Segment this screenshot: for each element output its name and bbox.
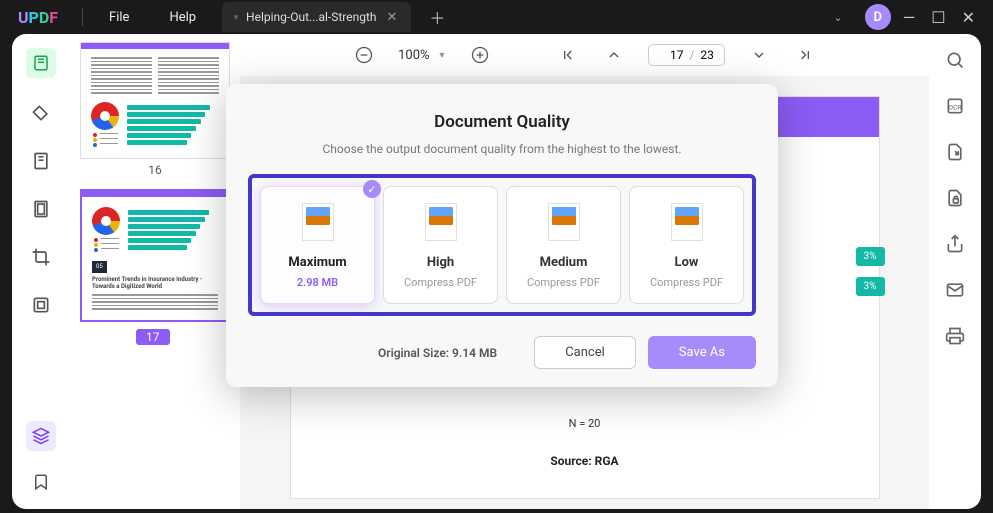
window-maximize-icon[interactable]: ☐ xyxy=(931,8,945,27)
tab-dropdown-icon[interactable]: ▼ xyxy=(232,13,240,22)
share-icon[interactable] xyxy=(945,234,965,254)
window-minimize-icon[interactable]: — xyxy=(903,8,916,27)
bookmark-icon[interactable] xyxy=(28,469,54,495)
add-tab-button[interactable]: ＋ xyxy=(429,5,445,29)
document-quality-modal: Document Quality Choose the output docum… xyxy=(226,84,778,387)
quality-option-low[interactable]: Low Compress PDF xyxy=(629,186,744,304)
right-toolbar: OCR xyxy=(929,34,981,509)
next-page-icon[interactable] xyxy=(747,43,771,67)
quality-option-high[interactable]: High Compress PDF xyxy=(383,186,498,304)
modal-title: Document Quality xyxy=(248,112,756,132)
page-total: 23 xyxy=(700,48,714,62)
edit-tool-icon[interactable] xyxy=(28,148,54,174)
search-icon[interactable] xyxy=(945,50,965,70)
thumbnail-panel: 16 05 Prominent Trends in Insurance Indu… xyxy=(70,34,240,509)
export-icon[interactable] xyxy=(945,142,965,162)
thumbnail-label-16: 16 xyxy=(80,163,230,177)
first-page-icon[interactable] xyxy=(556,43,580,67)
quality-option-medium[interactable]: Medium Compress PDF xyxy=(506,186,621,304)
document-tab[interactable]: ▼ Helping-Out...al-Strength ✕ xyxy=(222,2,411,32)
tab-close-icon[interactable]: ✕ xyxy=(387,10,398,25)
viewer-toolbar: 100%▼ / 23 xyxy=(240,34,929,76)
ocr-icon[interactable]: OCR xyxy=(945,96,965,116)
user-avatar[interactable]: D xyxy=(865,4,891,30)
titlebar: UPDF File Help ▼ Helping-Out...al-Streng… xyxy=(0,0,993,34)
last-page-icon[interactable] xyxy=(793,43,817,67)
quality-option-maximum[interactable]: ✓ Maximum 2.98 MB xyxy=(260,186,375,304)
highlighter-tool-icon[interactable] xyxy=(28,100,54,126)
page-current-field[interactable] xyxy=(659,48,683,62)
crop-tool-icon[interactable] xyxy=(28,244,54,270)
layers-icon[interactable] xyxy=(26,421,56,451)
zoom-in-icon[interactable] xyxy=(468,43,492,67)
menu-file[interactable]: File xyxy=(89,10,149,25)
page-number-input[interactable]: / 23 xyxy=(648,44,724,66)
app-logo: UPDF xyxy=(0,8,76,27)
tabs-more-icon[interactable]: ⌄ xyxy=(834,11,843,24)
email-icon[interactable] xyxy=(945,280,965,300)
stamp-tool-icon[interactable] xyxy=(28,292,54,318)
original-size-text: Original Size: 9.14 MB xyxy=(378,346,497,360)
modal-subtitle: Choose the output document quality from … xyxy=(248,142,756,156)
source-text: Source: RGA xyxy=(291,454,879,468)
tab-title: Helping-Out...al-Strength xyxy=(246,10,377,24)
zoom-level[interactable]: 100%▼ xyxy=(398,48,446,63)
sample-size-text: N = 20 xyxy=(291,417,879,430)
prev-page-icon[interactable] xyxy=(602,43,626,67)
save-as-button[interactable]: Save As xyxy=(648,336,756,369)
print-icon[interactable] xyxy=(945,326,965,346)
zoom-out-icon[interactable] xyxy=(352,43,376,67)
page-tool-icon[interactable] xyxy=(28,196,54,222)
chart-badge-1: 3% xyxy=(856,247,885,266)
quality-options-group: ✓ Maximum 2.98 MB High Compress PDF Medi… xyxy=(248,174,756,316)
svg-text:OCR: OCR xyxy=(948,103,961,111)
left-toolbar xyxy=(12,34,70,509)
thumbnail-page-16[interactable] xyxy=(80,42,230,159)
window-close-icon[interactable]: ✕ xyxy=(962,8,975,27)
reader-tool-icon[interactable] xyxy=(26,48,56,78)
menu-help[interactable]: Help xyxy=(149,10,216,25)
chart-badge-2: 3% xyxy=(856,277,885,296)
cancel-button[interactable]: Cancel xyxy=(534,336,636,369)
selected-check-icon: ✓ xyxy=(363,180,381,198)
protect-icon[interactable] xyxy=(945,188,965,208)
thumbnail-page-17[interactable]: 05 Prominent Trends in Insurance Industr… xyxy=(80,189,230,322)
thumbnail-label-17: 17 xyxy=(136,329,170,345)
